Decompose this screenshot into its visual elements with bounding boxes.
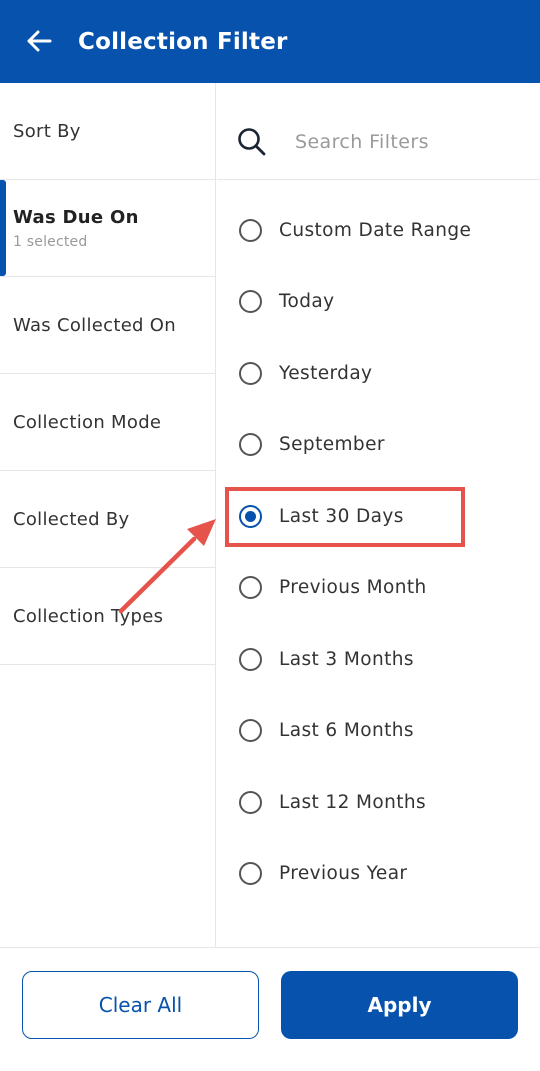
option-previous-month[interactable]: Previous Month [239,565,529,609]
sidebar-item-collection-types[interactable]: Collection Types [0,568,216,665]
option-label: Previous Year [279,862,408,884]
radio-button[interactable] [239,575,262,599]
option-label: Last 12 Months [279,791,427,813]
sidebar-item-label: Collection Types [13,605,164,627]
sidebar-item-label: Sort By [13,120,81,142]
option-previous-year[interactable]: Previous Year [239,851,529,895]
sidebar-item-was-collected-on[interactable]: Was Collected On [0,277,216,374]
sidebar-item-label: Was Due On [13,206,139,228]
option-label: Last 30 Days [279,505,404,527]
radio-button[interactable] [239,790,262,814]
option-label: Today [279,290,335,312]
back-button[interactable] [24,26,54,56]
search-icon [238,128,266,156]
footer-bar: Clear All Apply [0,947,540,1071]
option-custom-date-range[interactable]: Custom Date Range [239,208,529,252]
apply-button[interactable]: Apply [281,971,518,1039]
filter-options-panel: Custom Date Range Today Yesterday Septem… [217,83,540,947]
filter-category-sidebar: Sort By Was Due On 1 selected Was Collec… [0,83,216,947]
option-label: September [279,433,385,455]
radio-button[interactable] [239,218,262,242]
search-input[interactable] [293,123,523,161]
radio-button-selected[interactable] [239,504,262,528]
sidebar-item-label: Was Collected On [13,314,176,336]
page-title: Collection Filter [78,28,288,55]
sidebar-item-label: Collected By [13,508,130,530]
radio-button[interactable] [239,861,262,885]
sidebar-item-collection-mode[interactable]: Collection Mode [0,374,216,471]
radio-button[interactable] [239,432,262,456]
arrow-left-icon [27,30,52,52]
sidebar-item-collected-by[interactable]: Collected By [0,471,216,568]
option-today[interactable]: Today [239,279,529,323]
search-bar [217,83,540,180]
radio-button[interactable] [239,361,262,385]
option-last-6-months[interactable]: Last 6 Months [239,708,529,752]
option-yesterday[interactable]: Yesterday [239,351,529,395]
selected-count: 1 selected [13,233,88,250]
app-screen: Collection Filter Sort By Was Due On 1 s… [0,0,540,1071]
option-label: Custom Date Range [279,219,472,241]
option-label: Last 6 Months [279,719,414,741]
option-label: Last 3 Months [279,648,414,670]
option-last-3-months[interactable]: Last 3 Months [239,637,529,681]
sidebar-item-was-due-on[interactable]: Was Due On 1 selected [0,180,216,277]
option-label: Previous Month [279,576,427,598]
option-label: Yesterday [279,362,373,384]
radio-button[interactable] [239,289,262,313]
radio-button[interactable] [239,647,262,671]
active-indicator [0,180,6,276]
header-bar: Collection Filter [0,0,540,83]
radio-button[interactable] [239,718,262,742]
sidebar-item-label: Collection Mode [13,411,162,433]
option-last-12-months[interactable]: Last 12 Months [239,780,529,824]
sidebar-item-sort-by[interactable]: Sort By [0,83,216,180]
option-september[interactable]: September [239,422,529,466]
clear-all-button[interactable]: Clear All [22,971,259,1039]
option-last-30-days[interactable]: Last 30 Days [239,494,529,538]
